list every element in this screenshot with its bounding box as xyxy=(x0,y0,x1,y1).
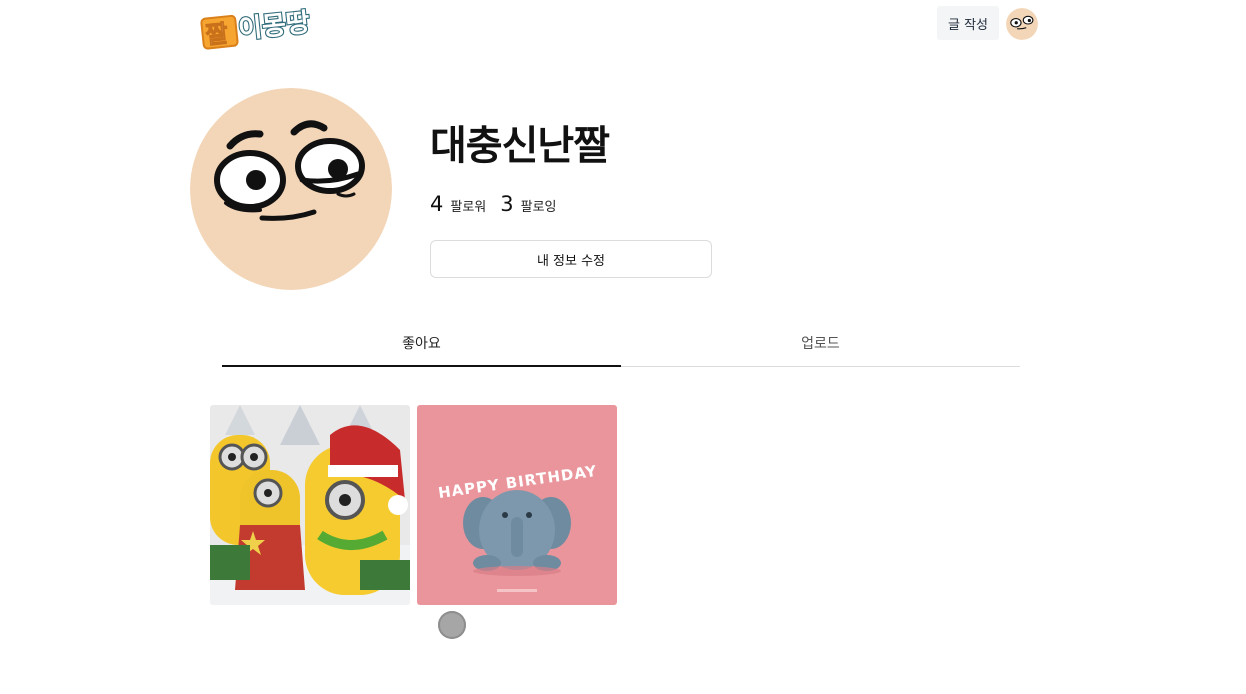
profile-username: 대충신난짤 xyxy=(430,123,610,169)
followers-label[interactable]: 팔로워 xyxy=(450,196,486,215)
post-thumbnail-minions[interactable] xyxy=(210,405,410,605)
loading-spinner-icon xyxy=(438,611,466,639)
following-count[interactable]: 3 xyxy=(500,192,513,216)
following-label[interactable]: 팔로잉 xyxy=(521,196,557,215)
tab-likes[interactable]: 좋아요 xyxy=(222,320,621,367)
site-logo[interactable]: 짤 이몽땅 이몽땅 xyxy=(200,0,338,50)
follow-stats: 4 팔로워 3 팔로잉 xyxy=(430,192,557,216)
post-thumbnail-birthday[interactable]: HAPPY BIRTHDAY xyxy=(417,405,617,605)
profile-tabs: 좋아요 업로드 xyxy=(222,320,1020,367)
profile-avatar xyxy=(190,88,392,290)
tab-uploads[interactable]: 업로드 xyxy=(621,320,1020,367)
write-post-button[interactable]: 글 작성 xyxy=(937,6,999,40)
edit-profile-button[interactable]: 내 정보 수정 xyxy=(430,240,712,278)
svg-text:짤: 짤 xyxy=(204,19,229,49)
user-avatar-icon[interactable] xyxy=(1006,8,1038,40)
followers-count[interactable]: 4 xyxy=(430,192,443,216)
svg-text:이몽땅: 이몽땅 xyxy=(237,8,312,45)
top-header: 짤 이몽땅 이몽땅 글 작성 xyxy=(0,0,1246,50)
